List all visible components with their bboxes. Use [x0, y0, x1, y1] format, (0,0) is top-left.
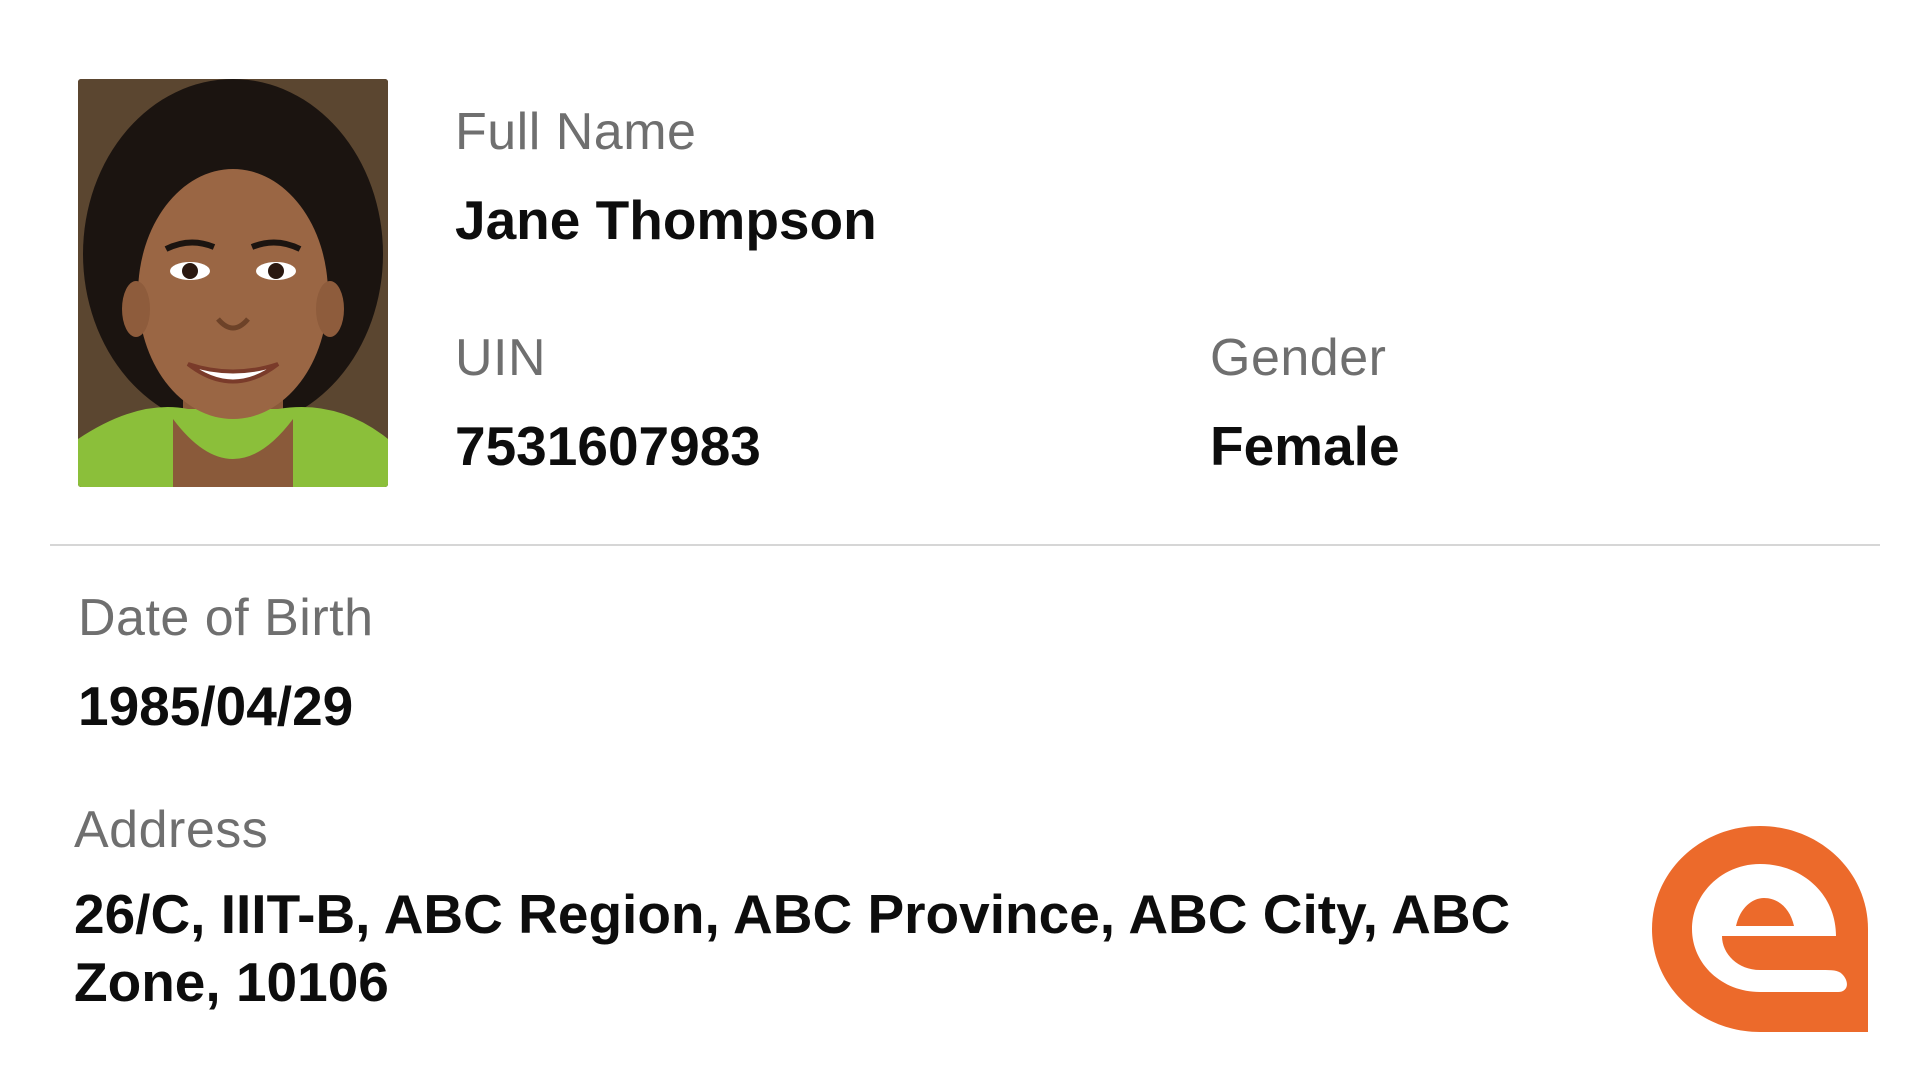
profile-photo [78, 79, 388, 487]
uin-label: UIN [455, 329, 547, 387]
dob-value: 1985/04/29 [78, 675, 354, 737]
profile-photo-illustration [78, 79, 388, 487]
address-value: 26/C, IIIT-B, ABC Region, ABC Province, … [74, 883, 1511, 1013]
gender-label: Gender [1210, 329, 1387, 387]
address-label: Address [74, 801, 269, 859]
gender-value: Female [1210, 415, 1400, 477]
full-name-value: Jane Thompson [455, 189, 877, 251]
dob-label: Date of Birth [78, 589, 374, 647]
full-name-label: Full Name [455, 103, 697, 161]
brand-logo-icon [1652, 826, 1868, 1032]
section-divider [50, 544, 1880, 546]
id-card: Full Name Jane Thompson UIN 7531607983 G… [0, 0, 1920, 1080]
uin-value: 7531607983 [455, 415, 761, 477]
